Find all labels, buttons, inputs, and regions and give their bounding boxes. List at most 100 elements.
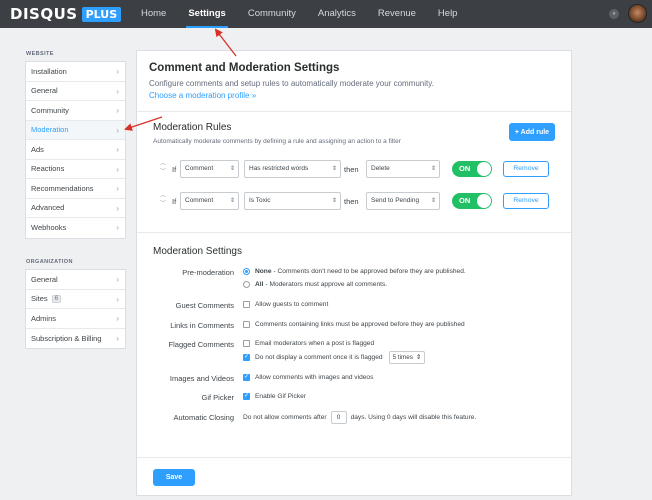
if-label: If xyxy=(172,197,177,206)
moderation-profile-link[interactable]: Choose a moderation profile » xyxy=(149,91,256,100)
rule-action-select[interactable]: Delete ⇕ xyxy=(366,160,440,178)
website-menu: Installation › General › Community › Modera… xyxy=(25,61,126,239)
rule-row: ︿ ﹀ If Comment ⇕ Has restricted words ⇕ the… xyxy=(159,160,555,180)
disqus-logo[interactable]: DISQUS PLUS xyxy=(10,5,122,23)
option-text: Allow guests to comment xyxy=(255,301,329,308)
option-text: days. Using 0 days will disable this fea… xyxy=(350,414,477,421)
divider xyxy=(137,111,571,112)
sidebar-item-webhooks[interactable]: Webhooks › xyxy=(26,218,125,238)
notification-icon[interactable]: ● xyxy=(609,9,619,19)
remove-rule-button[interactable]: Remove xyxy=(503,161,549,177)
guest-comments-option[interactable]: Allow guests to comment xyxy=(243,301,328,308)
flag-count-select[interactable]: 5 times ⇕ xyxy=(388,351,426,364)
sidebar-item-general[interactable]: General › xyxy=(26,82,125,101)
checkbox-checked[interactable]: ✓ xyxy=(243,354,250,361)
chevron-right-icon: › xyxy=(116,294,119,304)
checkbox[interactable] xyxy=(243,321,250,328)
sidebar-item-sites[interactable]: Sites 6 › xyxy=(26,290,125,309)
flagged-email-option[interactable]: Email moderators when a post is flagged xyxy=(243,340,374,347)
images-option[interactable]: ✓ Allow comments with images and videos xyxy=(243,374,373,381)
plus-badge: PLUS xyxy=(81,6,122,22)
radio-unselected[interactable] xyxy=(243,281,250,288)
rule-subject-select[interactable]: Comment ⇕ xyxy=(180,192,239,210)
flagged-label: Flagged Comments xyxy=(168,340,234,349)
nav-help[interactable]: Help xyxy=(427,0,469,28)
chevron-right-icon: › xyxy=(116,333,119,343)
option-text: Do not display a comment once it is flag… xyxy=(255,354,383,361)
option-text: - Moderators must approve all comments. xyxy=(265,281,388,288)
rule-toggle[interactable]: ON xyxy=(452,161,492,177)
nav-community[interactable]: Community xyxy=(237,0,307,28)
sites-count-badge: 6 xyxy=(51,294,62,303)
checkbox-checked[interactable]: ✓ xyxy=(243,374,250,381)
page-title: Comment and Moderation Settings xyxy=(149,62,340,74)
rule-condition-select[interactable]: Has restricted words ⇕ xyxy=(244,160,341,178)
checkbox[interactable] xyxy=(243,340,250,347)
add-rule-button[interactable]: + Add rule xyxy=(509,123,555,141)
chevron-right-icon: › xyxy=(116,106,119,115)
sidebar-item-label: Admins xyxy=(31,313,57,323)
sidebar-item-label: Reactions xyxy=(31,164,65,174)
chevron-right-icon: › xyxy=(116,314,119,323)
sidebar-item-community[interactable]: Community › xyxy=(26,101,125,121)
option-bold: None xyxy=(255,268,272,275)
checkbox-checked[interactable]: ✓ xyxy=(243,393,250,400)
nav-revenue[interactable]: Revenue xyxy=(367,0,427,28)
avatar[interactable] xyxy=(628,4,647,23)
select-value: Is Toxic xyxy=(249,197,271,204)
gif-label: Gif Picker xyxy=(201,393,234,402)
closing-option: Do not allow comments after 0 days. Usin… xyxy=(243,411,476,424)
closing-label: Automatic Closing xyxy=(173,413,234,422)
rule-row: ︿ ﹀ If Comment ⇕ Is Toxic ⇕ then Send to Pe… xyxy=(159,192,555,212)
nav-settings[interactable]: Settings xyxy=(177,0,236,28)
sidebar-item-recommendations[interactable]: Recommendations › xyxy=(26,179,125,199)
select-arrows-icon: ⇕ xyxy=(430,198,436,204)
sidebar-item-admins[interactable]: Admins › xyxy=(26,309,125,329)
option-text: Enable Gif Picker xyxy=(255,393,306,400)
checkbox[interactable] xyxy=(243,301,250,308)
chevron-right-icon: › xyxy=(116,223,119,232)
flagged-hide-option[interactable]: ✓ Do not display a comment once it is fla… xyxy=(243,351,426,364)
organization-section-label: ORGANIZATION xyxy=(26,259,73,265)
sort-handle-icon[interactable]: ︿ ﹀ xyxy=(159,192,167,212)
nav-home[interactable]: Home xyxy=(130,0,177,28)
sidebar-item-label: Subscription & Billing xyxy=(31,333,102,343)
sidebar-item-advanced[interactable]: Advanced › xyxy=(26,199,125,218)
select-arrows-icon: ⇕ xyxy=(331,198,337,204)
sidebar-item-billing[interactable]: Subscription & Billing › xyxy=(26,329,125,349)
sidebar-item-label: Community xyxy=(31,105,69,115)
sort-handle-icon[interactable]: ︿ ﹀ xyxy=(159,160,167,180)
premoderation-all-option[interactable]: All - Moderators must approve all comment… xyxy=(243,281,387,288)
select-value: Send to Pending xyxy=(371,197,420,204)
remove-rule-button[interactable]: Remove xyxy=(503,193,549,209)
chevron-right-icon: › xyxy=(116,86,119,96)
sidebar-item-moderation[interactable]: Moderation › xyxy=(26,120,125,140)
moderation-rules-title: Moderation Rules xyxy=(153,122,232,133)
nav-analytics[interactable]: Analytics xyxy=(307,0,367,28)
toggle-knob xyxy=(477,194,491,208)
sidebar-item-ads[interactable]: Ads › xyxy=(26,140,125,160)
radio-selected[interactable] xyxy=(243,268,250,275)
guest-comments-label: Guest Comments xyxy=(175,301,234,310)
save-button[interactable]: Save xyxy=(153,469,195,486)
rule-subject-select[interactable]: Comment ⇕ xyxy=(180,160,239,178)
option-text: Email moderators when a post is flagged xyxy=(255,340,375,347)
option-text: Do not allow comments after xyxy=(243,414,327,421)
logo-text: DISQUS xyxy=(10,5,78,23)
sidebar-item-org-general[interactable]: General › xyxy=(26,270,125,290)
links-option[interactable]: Comments containing links must be approv… xyxy=(243,321,465,328)
sidebar-item-reactions[interactable]: Reactions › xyxy=(26,160,125,179)
rule-condition-select[interactable]: Is Toxic ⇕ xyxy=(244,192,341,210)
closing-days-input[interactable]: 0 xyxy=(330,411,347,424)
select-arrows-icon: ⇕ xyxy=(229,166,235,172)
premoderation-none-option[interactable]: None - Comments don't need to be approved… xyxy=(243,268,466,275)
gif-option[interactable]: ✓ Enable Gif Picker xyxy=(243,393,306,400)
sidebar-item-label: Webhooks xyxy=(31,223,67,233)
sidebar-item-installation[interactable]: Installation › xyxy=(26,62,125,82)
option-text: Allow comments with images and videos xyxy=(255,374,374,381)
rule-toggle[interactable]: ON xyxy=(452,193,492,209)
rule-action-select[interactable]: Send to Pending ⇕ xyxy=(366,192,440,210)
toggle-label: ON xyxy=(459,196,471,205)
sidebar-item-label: Sites xyxy=(31,294,48,304)
select-arrows-icon: ⇕ xyxy=(229,198,235,204)
